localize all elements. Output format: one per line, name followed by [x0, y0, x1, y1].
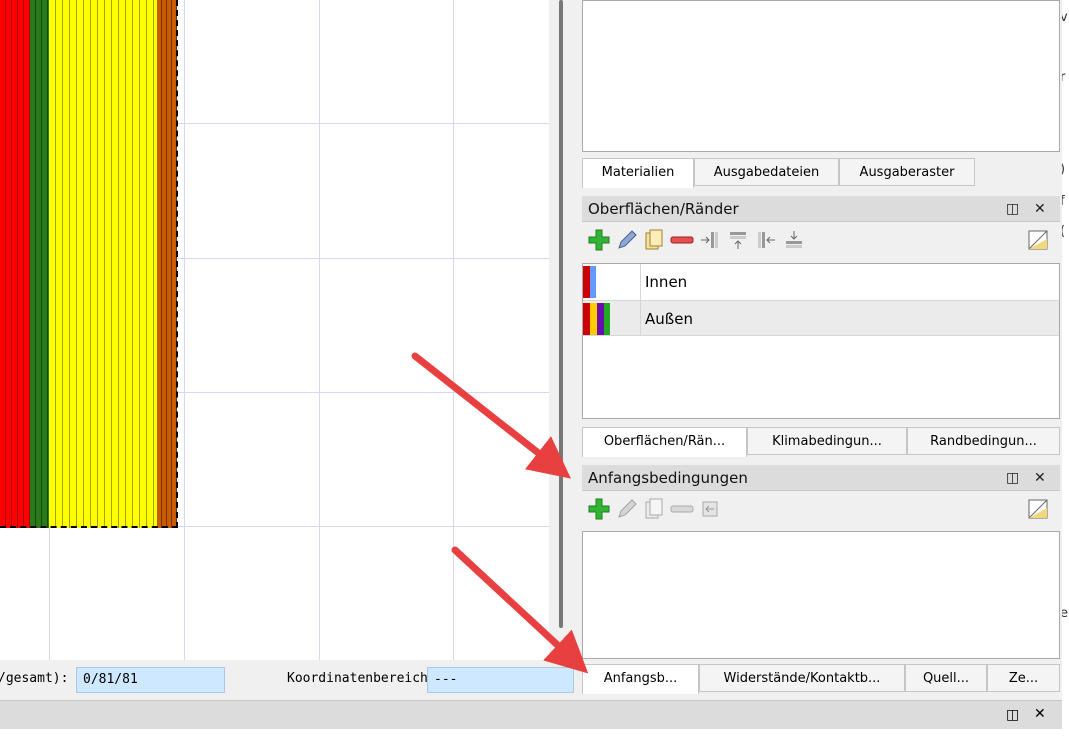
list-item-label: Innen: [645, 273, 688, 291]
grid-line: [184, 0, 185, 660]
panel-title-text: Oberflächen/Ränder: [588, 200, 739, 218]
tab-label: Quell...: [922, 671, 970, 686]
restore-icon[interactable]: ◫: [1006, 707, 1019, 723]
tab-quellen[interactable]: Quell...: [905, 664, 987, 692]
coord-field[interactable]: ---: [427, 667, 574, 693]
clipped-text: v: [1062, 10, 1068, 25]
tab-label: Ze...: [1008, 671, 1039, 686]
tab-label: Widerstände/Kontaktb...: [723, 671, 881, 686]
restore-icon[interactable]: ◫: [1006, 196, 1019, 222]
tab-label: Randbedingun...: [930, 434, 1037, 449]
status-bar: /gesamt): 0/81/81 Koordinatenbereich: --…: [0, 660, 577, 700]
tab-label: Klimabedingun...: [772, 434, 882, 449]
clipped-text: f: [1062, 194, 1065, 209]
surfaces-list[interactable]: Innen Außen: [582, 263, 1060, 419]
clipped-text: ): [1062, 162, 1065, 177]
initial-conditions-panel-title: Anfangsbedingungen ◫ ✕: [582, 465, 1060, 491]
close-icon[interactable]: ✕: [1034, 706, 1046, 722]
clipped-text: e: [1062, 606, 1068, 621]
assign-bottom-icon[interactable]: [782, 228, 806, 252]
selection-border-bottom: [0, 526, 178, 528]
initial-conditions-toolbar: [582, 493, 1060, 527]
list-item-label: Außen: [645, 310, 693, 328]
add-icon[interactable]: [587, 497, 611, 521]
color-swatch: [604, 303, 610, 335]
coord-label: Koordinatenbereich:: [287, 671, 436, 686]
layer-yellow-grid: [49, 0, 157, 528]
assign-top-icon[interactable]: [726, 228, 750, 252]
toggle-edit-icon[interactable]: [1026, 497, 1050, 521]
tab-label: Anfangsb...: [603, 671, 678, 686]
tab-label: Oberflächen/Rän...: [603, 434, 726, 449]
selection-border-right: [176, 0, 178, 528]
assign-icon: [698, 497, 722, 521]
splitter-handle[interactable]: [559, 0, 563, 628]
bottom-dock-title: ◫ ✕: [0, 700, 1069, 730]
count-field[interactable]: 0/81/81: [76, 667, 225, 693]
tab-label: Materialien: [601, 165, 675, 180]
construction-canvas[interactable]: [0, 0, 549, 660]
edit-icon[interactable]: [615, 228, 639, 252]
tab-widerstaende[interactable]: Widerstände/Kontaktb...: [699, 664, 905, 692]
tab-ausgabedateien[interactable]: Ausgabedateien: [694, 158, 839, 186]
tab-label: Ausgabedateien: [713, 165, 820, 180]
far-right-window: v r ) f ( e: [1062, 0, 1069, 741]
copy-icon[interactable]: [642, 228, 666, 252]
toggle-edit-icon[interactable]: [1026, 228, 1050, 252]
tab-ausgaberaster[interactable]: Ausgaberaster: [839, 158, 975, 186]
close-icon[interactable]: ✕: [1034, 196, 1046, 222]
list-item[interactable]: Außen: [583, 300, 1059, 336]
remove-icon: [670, 497, 694, 521]
bottom-dock-content: [0, 729, 1069, 741]
materials-list[interactable]: [582, 0, 1060, 152]
tab-oberflaechen[interactable]: Oberflächen/Rän...: [582, 427, 747, 457]
color-swatch: [583, 266, 590, 298]
splitter[interactable]: [549, 0, 577, 660]
layer-red-grid: [0, 0, 30, 528]
color-swatch: [597, 303, 604, 335]
materials-tabbar: Materialien Ausgabedateien Ausgaberaster: [582, 158, 1060, 188]
edit-icon: [615, 497, 639, 521]
grid-line: [319, 0, 320, 660]
assign-right-icon[interactable]: [754, 228, 778, 252]
remove-icon[interactable]: [670, 228, 694, 252]
tab-label: Ausgaberaster: [859, 165, 955, 180]
tab-klimabedingungen[interactable]: Klimabedingun...: [747, 427, 907, 455]
add-icon[interactable]: [587, 228, 611, 252]
tab-anfangsbedingungen[interactable]: Anfangsb...: [582, 664, 699, 694]
color-swatch: [583, 303, 590, 335]
color-swatch: [590, 266, 596, 298]
clipped-text: r: [1062, 70, 1066, 85]
list-item[interactable]: Innen: [583, 264, 1059, 300]
surfaces-toolbar: [582, 224, 1060, 258]
column-divider: [640, 264, 641, 336]
surfaces-tabbar: Oberflächen/Rän... Klimabedingun... Rand…: [582, 427, 1060, 457]
restore-icon[interactable]: ◫: [1006, 465, 1019, 491]
tab-materialien[interactable]: Materialien: [582, 158, 694, 188]
surfaces-panel-title: Oberflächen/Ränder ◫ ✕: [582, 196, 1060, 222]
layer-orange-grid: [157, 0, 177, 528]
assign-left-icon[interactable]: [698, 228, 722, 252]
copy-icon: [642, 497, 666, 521]
count-label: /gesamt):: [0, 671, 69, 686]
grid-line: [453, 0, 454, 660]
layer-green-grid: [30, 0, 49, 528]
panel-title-text: Anfangsbedingungen: [588, 469, 748, 487]
close-icon[interactable]: ✕: [1034, 465, 1046, 491]
bottom-tabbar: Anfangsb... Widerstände/Kontaktb... Quel…: [582, 664, 1060, 694]
tab-randbedingungen[interactable]: Randbedingun...: [907, 427, 1060, 455]
initial-conditions-list[interactable]: [582, 531, 1060, 659]
color-swatch: [590, 303, 597, 335]
tab-zeitplaene[interactable]: Ze...: [987, 664, 1060, 692]
clipped-text: (: [1062, 224, 1065, 239]
